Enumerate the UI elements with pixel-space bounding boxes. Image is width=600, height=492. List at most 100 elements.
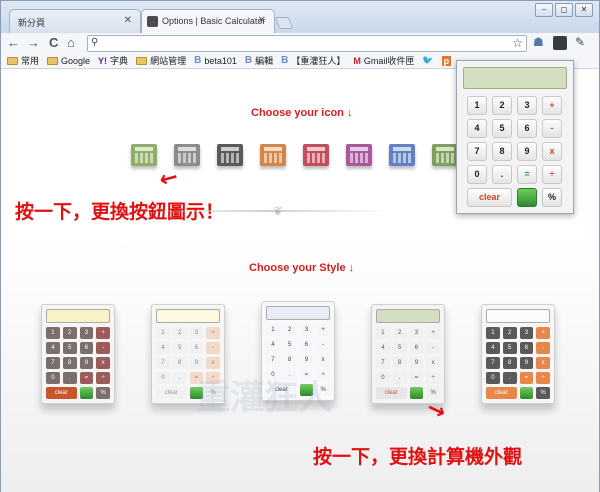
calculator-icon-choice[interactable] <box>217 144 243 166</box>
calculator-icon-choice[interactable] <box>174 144 200 166</box>
style-key: % <box>536 387 550 399</box>
calculator-style-choice[interactable]: 1 2 3 +4 5 6-7 8 9 x 0. = ÷ clear% <box>371 304 445 404</box>
wrench-icon[interactable]: ✎ <box>575 35 585 49</box>
clear-button[interactable]: clear <box>467 188 512 207</box>
bookmark-item[interactable]: Bbeta101 <box>194 55 237 66</box>
title-bar: 新分頁 ✕ Options | Basic Calculator ✕ – ◻ ✕ <box>1 1 599 33</box>
style-key: 3 <box>79 327 94 339</box>
close-icon[interactable]: ✕ <box>258 15 266 26</box>
calculator-icon-choice[interactable] <box>432 144 458 166</box>
key-minus[interactable]: - <box>542 119 562 138</box>
b-icon: B <box>281 55 289 66</box>
bookmark-star-icon[interactable]: ☆ <box>512 36 523 50</box>
calculator-style-choice[interactable]: 1 2 3 +4 5 6-7 8 9 x 0. = ÷ clear% <box>481 304 555 404</box>
bookmark-item[interactable]: 常用 <box>7 54 39 67</box>
calculator-icon-choice[interactable] <box>260 144 286 166</box>
key-equals[interactable]: = <box>517 165 537 184</box>
bookmark-item[interactable]: B 編輯 <box>245 54 273 67</box>
back-button[interactable]: ← <box>7 36 20 50</box>
key-2[interactable]: 2 <box>492 96 512 115</box>
maximize-button[interactable]: ◻ <box>555 3 573 17</box>
reload-button[interactable]: C <box>49 36 58 50</box>
bookmark-item[interactable]: B 【重灌狂人】 <box>281 54 345 67</box>
tab-options[interactable]: Options | Basic Calculator ✕ <box>141 9 275 33</box>
style-display <box>266 306 330 320</box>
style-key: clear <box>376 387 407 399</box>
style-key: 3 <box>409 327 424 339</box>
style-key: + <box>316 324 330 336</box>
style-key: clear <box>486 387 517 399</box>
close-icon[interactable]: ✕ <box>124 15 132 26</box>
style-key: + <box>96 327 110 339</box>
key-7[interactable]: 7 <box>467 142 487 161</box>
calculator-popup: 1 2 3 +4 5 6- 7 8 9 x 0. = ÷ clear% <box>456 60 574 214</box>
style-key: = <box>79 372 94 384</box>
icon-choices <box>131 144 458 166</box>
key-3[interactable]: 3 <box>517 96 537 115</box>
style-key: ÷ <box>426 372 440 384</box>
style-key: 3 <box>519 327 534 339</box>
tab-new[interactable]: 新分頁 ✕ <box>9 9 141 33</box>
bookmark-item[interactable]: p <box>441 55 452 66</box>
calculator-icon-choice[interactable] <box>389 144 415 166</box>
calculator-icon-choice[interactable] <box>131 144 157 166</box>
calculator-icon-choice[interactable] <box>303 144 329 166</box>
close-window-button[interactable]: ✕ <box>575 3 593 17</box>
key-5[interactable]: 5 <box>492 119 512 138</box>
style-key: clear <box>46 387 77 399</box>
calculator-style-choice[interactable]: 1 2 3 +4 5 6-7 8 9 x 0. = ÷ clear% <box>41 304 115 404</box>
ornament-icon: ❦ <box>273 204 284 218</box>
calculator-icon-choice[interactable] <box>346 144 372 166</box>
minimize-button[interactable]: – <box>535 3 553 17</box>
style-key: 1 <box>46 327 60 339</box>
bookmark-item[interactable]: 網站管理 <box>136 54 186 67</box>
key-6[interactable]: 6 <box>517 119 537 138</box>
style-key: + <box>426 327 440 339</box>
style-key: 2 <box>282 324 297 336</box>
style-key: 7 <box>486 357 500 369</box>
key-plus[interactable]: + <box>542 96 562 115</box>
key-4[interactable]: 4 <box>467 119 487 138</box>
bookmark-item[interactable]: 🐦 <box>422 55 433 66</box>
style-key: 5 <box>502 342 517 354</box>
key-8[interactable]: 8 <box>492 142 512 161</box>
key-dot[interactable]: . <box>492 165 512 184</box>
forward-button[interactable]: → <box>27 36 40 50</box>
style-key: 6 <box>189 342 204 354</box>
annotation-arrow-icon: ↘ <box>423 395 449 426</box>
style-key: + <box>206 327 220 339</box>
key-divide[interactable]: ÷ <box>542 165 562 184</box>
key-9[interactable]: 9 <box>517 142 537 161</box>
bookmark-item[interactable]: Y! 字典 <box>98 54 128 67</box>
key-1[interactable]: 1 <box>467 96 487 115</box>
calculator-extension-icon[interactable] <box>553 36 567 50</box>
style-key: 9 <box>519 357 534 369</box>
bookmark-label: Gmail收件匣 <box>363 56 415 66</box>
style-key: 7 <box>46 357 60 369</box>
key-0[interactable]: 0 <box>467 165 487 184</box>
percent-button[interactable]: % <box>542 188 562 207</box>
style-key: 1 <box>486 327 500 339</box>
calculator-icon-button[interactable] <box>517 188 537 207</box>
style-key: 1 <box>266 324 280 336</box>
style-key: - <box>426 342 440 354</box>
extension-icon[interactable]: ☗ <box>533 35 544 49</box>
bookmark-item[interactable]: M Gmail收件匣 <box>353 54 414 67</box>
style-display <box>486 309 550 323</box>
style-key: 7 <box>266 354 280 366</box>
style-key: x <box>426 357 440 369</box>
calculator-icon <box>409 387 424 399</box>
bookmark-label: 編輯 <box>255 56 274 66</box>
new-tab-button[interactable] <box>274 17 294 29</box>
style-key: 0 <box>46 372 60 384</box>
style-key: - <box>206 342 220 354</box>
address-bar[interactable]: ⚲ ☆ <box>87 35 527 52</box>
style-key: 7 <box>376 357 390 369</box>
bookmark-item[interactable]: Google <box>47 56 90 66</box>
key-multiply[interactable]: x <box>542 142 562 161</box>
home-button[interactable]: ⌂ <box>67 36 75 50</box>
bookmark-label: 網站管理 <box>150 56 187 66</box>
b-icon: B <box>194 55 202 66</box>
style-key: = <box>519 372 534 384</box>
style-key: 4 <box>156 342 170 354</box>
